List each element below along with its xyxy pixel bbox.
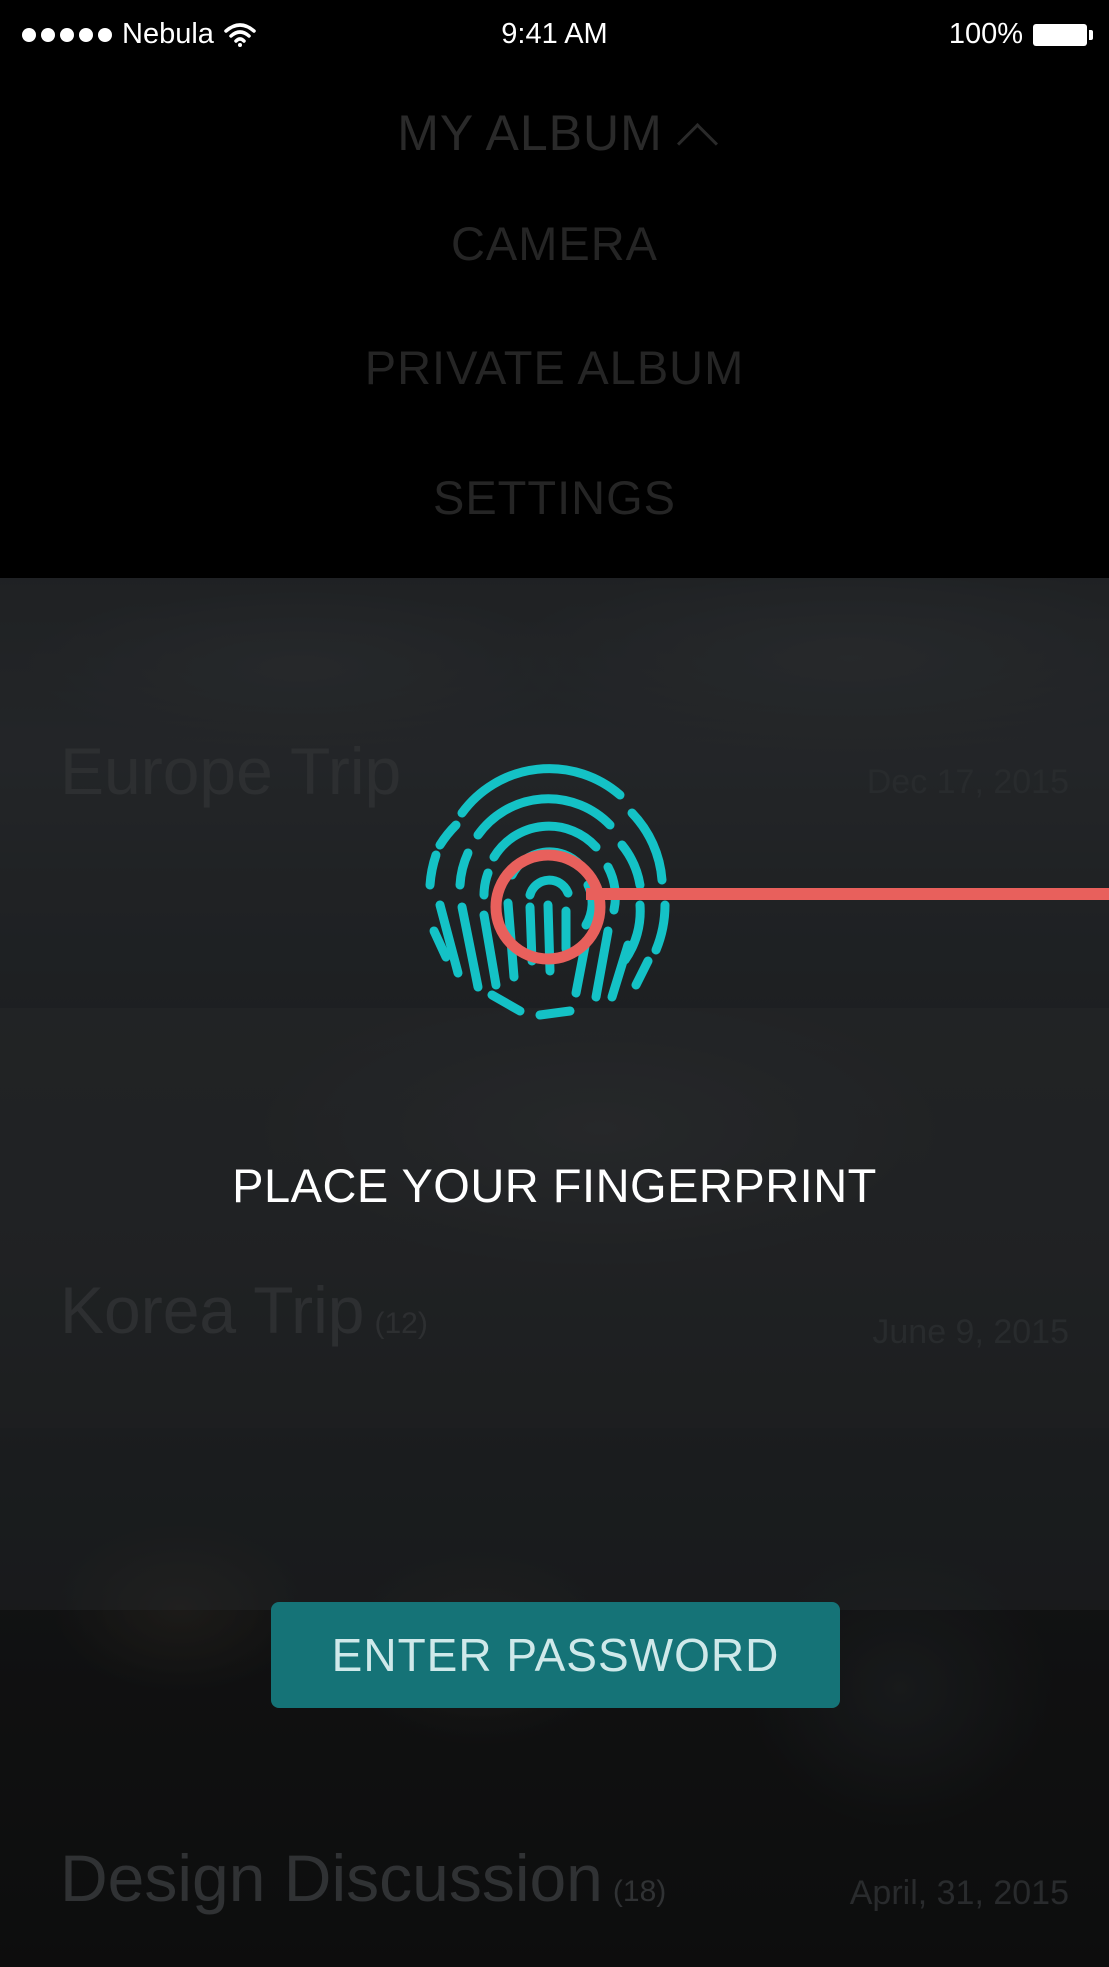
menu-item-settings[interactable]: SETTINGS [0,470,1109,525]
fingerprint-icon[interactable] [400,735,690,1025]
menu-item-private-album[interactable]: PRIVATE ALBUM [0,340,1109,395]
album-title: Europe Trip [60,733,411,809]
album-title: Design Discussion (18) [60,1840,666,1916]
status-bar: Nebula 9:41 AM 100% [0,0,1109,78]
album-date: Dec 17, 2015 [866,763,1069,801]
album-title-text: Korea Trip [60,1273,365,1347]
fingerprint-lock-screen: Nebula 9:41 AM 100% MY ALBUM CAMERA PRIV… [0,0,1109,1967]
battery-percent: 100% [948,18,1023,50]
menu-title-label: MY ALBUM [397,105,663,161]
album-title: Korea Trip (12) [60,1272,428,1348]
album-title-text: Europe Trip [60,734,402,808]
album-title-text: Design Discussion [60,1841,603,1915]
clock: 9:41 AM [501,18,608,50]
menu-title-my-album[interactable]: MY ALBUM [0,104,1109,165]
album-photo-count: (12) [374,1307,428,1340]
battery-icon [1033,23,1093,46]
album-dropdown-menu: MY ALBUM CAMERA PRIVATE ALBUM SETTINGS [0,78,1109,578]
chevron-up-icon [676,122,718,165]
album-photo-count: (18) [612,1875,667,1908]
menu-item-camera[interactable]: CAMERA [0,216,1109,271]
album-cover-image [0,1008,1109,1428]
status-right: 100% [948,18,1093,51]
album-card-korea-trip[interactable]: Korea Trip (12) June 9, 2015 [0,1008,1109,1428]
album-date: June 9, 2015 [872,1313,1069,1351]
enter-password-button[interactable]: ENTER PASSWORD [271,1602,840,1708]
scan-progress-line [586,888,1109,900]
album-date: April, 31, 2015 [849,1874,1069,1912]
fingerprint-prompt: PLACE YOUR FINGERPRINT [232,1159,877,1212]
